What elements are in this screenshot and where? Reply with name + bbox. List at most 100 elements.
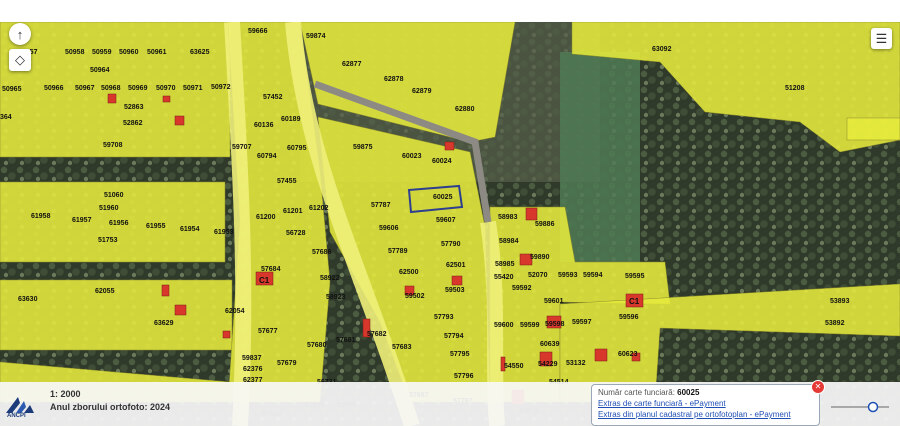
building-tag: C1: [259, 276, 270, 285]
parcel-label: 51960: [99, 205, 119, 212]
parcel-label: 55420: [494, 274, 514, 281]
parcel-label: 50964: [90, 67, 110, 74]
parcel-label: 57793: [434, 314, 454, 321]
parcel-label: 63092: [652, 46, 672, 53]
parcel-label: 60136: [254, 122, 274, 129]
parcel-label: 59606: [379, 225, 399, 232]
parcel-label: 50958: [65, 49, 85, 56]
parcel-label: 50966: [44, 85, 64, 92]
building: [174, 304, 187, 316]
parcel-label: 57794: [444, 333, 464, 340]
parcel-label: 56728: [286, 230, 306, 237]
north-arrow-icon: ↑: [16, 26, 24, 42]
parcel-label: 59607: [436, 217, 456, 224]
parcel-label: 62054: [225, 308, 245, 315]
parcel-label: 59601: [544, 298, 564, 305]
parcel-block-sw: [0, 279, 233, 351]
parcel-label: 57795: [450, 351, 470, 358]
parcel-label: 50970: [156, 85, 176, 92]
close-popup-button[interactable]: ✕: [811, 380, 825, 394]
parcel-label: 59708: [103, 142, 123, 149]
parcel-label: 61958: [31, 213, 51, 220]
building: [444, 141, 455, 151]
parcel-label: 59837: [242, 355, 262, 362]
parcel-label: 59875: [353, 144, 373, 151]
parcel-label: 52070: [528, 272, 548, 279]
parcel-label: 51060: [104, 192, 124, 199]
parcel-label: 59707: [232, 144, 252, 151]
parcel-label: 60024: [432, 158, 452, 165]
parcel-label: 50972: [211, 84, 231, 91]
parcel-label: 57455: [277, 178, 297, 185]
layer-list-button[interactable]: ☰: [871, 28, 892, 49]
cadastral-map[interactable]: C1 C1 5966659874630925095750958509595096…: [0, 22, 900, 426]
building: [174, 115, 185, 126]
parcel-label: 53893: [830, 298, 850, 305]
parcel-label: 61956: [109, 220, 129, 227]
close-icon: ✕: [814, 382, 822, 391]
orchard-imagery: [560, 52, 640, 262]
parcel-label: 57682: [367, 331, 387, 338]
parcel-label: 63630: [18, 296, 38, 303]
parcel-label: 62879: [412, 88, 432, 95]
parcel-label: 59594: [583, 272, 603, 279]
parcel-label: 57790: [441, 241, 461, 248]
parcel-label: 57787: [371, 202, 391, 209]
locate-button[interactable]: ◇: [9, 49, 31, 71]
parcel-label: 63629: [154, 320, 174, 327]
parcel-label: 61954: [180, 226, 200, 233]
parcel-label: 51208: [785, 85, 805, 92]
parcel-label: 50959: [92, 49, 112, 56]
parcel-label: 57683: [392, 344, 412, 351]
parcel-label: 50969: [128, 85, 148, 92]
top-bar: [0, 0, 900, 23]
parcel-label: 62877: [342, 61, 362, 68]
parcel-label: 58983: [498, 214, 518, 221]
scale-label: 1: 2000: [50, 389, 81, 399]
slider-handle[interactable]: [867, 401, 879, 413]
parcel-label: 57679: [277, 360, 297, 367]
parcel-label: 53132: [566, 360, 586, 367]
parcel-label: 59593: [558, 272, 578, 279]
extract-cf-link[interactable]: Extras de carte funciară - ePayment: [598, 399, 813, 408]
parcel-label: 52862: [123, 120, 143, 127]
opacity-slider[interactable]: [829, 400, 891, 414]
parcel-label: 57789: [388, 248, 408, 255]
parcel-label: 59597: [572, 319, 592, 326]
parcel-label: 364: [0, 114, 12, 121]
parcel-label: 63625: [190, 49, 210, 56]
parcel-label: 59666: [248, 28, 268, 35]
building: [451, 275, 463, 286]
extract-plan-link[interactable]: Extras din planul cadastral pe ortofotop…: [598, 410, 813, 419]
parcel-label: 53892: [825, 320, 845, 327]
cf-row: Număr carte funciară: 60025: [598, 388, 813, 397]
building: [525, 207, 538, 221]
parcel-label: 61201: [283, 208, 303, 215]
building: [222, 330, 231, 339]
cf-label: Număr carte funciară:: [598, 388, 675, 397]
parcel-label: 62500: [399, 269, 419, 276]
parcel-label: 59874: [306, 33, 326, 40]
building: [594, 348, 608, 362]
parcel-label: 50965: [2, 86, 22, 93]
parcel-label: 50961: [147, 49, 167, 56]
parcel-label: 59502: [405, 293, 425, 300]
parcel-label: 54229: [538, 361, 558, 368]
parcel-label: 60794: [257, 153, 277, 160]
parcel-label: 61202: [309, 205, 329, 212]
building: [162, 95, 171, 103]
parcel-label: 57684: [261, 266, 281, 273]
parcel-label: 60189: [281, 116, 301, 123]
parcel-label: 61957: [72, 217, 92, 224]
parcel-label: 59890: [530, 254, 550, 261]
cf-number: 60025: [677, 388, 700, 397]
north-arrow-button[interactable]: ↑: [9, 23, 31, 45]
layer-list-icon: ☰: [875, 30, 888, 46]
parcel-label: 57452: [263, 94, 283, 101]
parcel-label: 58985: [495, 261, 515, 268]
parcel-label: 58923: [326, 294, 346, 301]
parcel-label: 57796: [454, 373, 474, 380]
parcel-strip-ne: [846, 117, 900, 141]
parcel-label: 57681: [336, 337, 356, 344]
parcel-label: 57686: [312, 249, 332, 256]
